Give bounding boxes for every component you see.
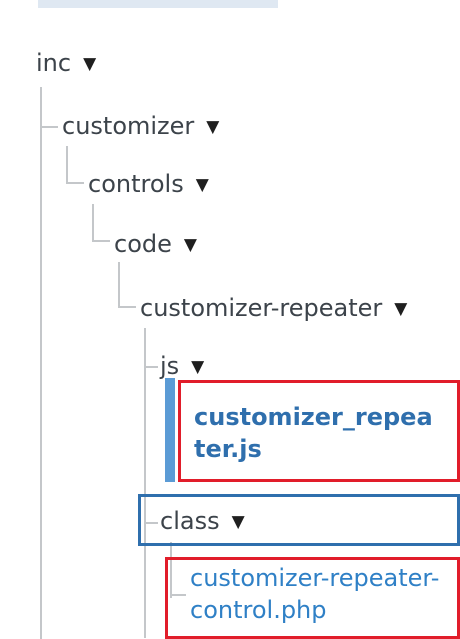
folder-label: controls — [88, 170, 184, 198]
folder-label: js — [160, 352, 180, 380]
folder-label: customizer-repeater — [140, 294, 383, 322]
cutoff-folder-label — [38, 0, 278, 8]
file-label-line1: customizer_repea — [194, 403, 433, 431]
triangle-down-icon[interactable]: ▼ — [196, 175, 209, 195]
triangle-down-icon[interactable]: ▼ — [232, 512, 245, 532]
folder-label: class — [160, 507, 220, 535]
top-cutoff-row — [0, 0, 460, 12]
triangle-down-icon[interactable]: ▼ — [83, 54, 96, 74]
folder-label: customizer — [62, 112, 195, 140]
tree-connector — [144, 366, 158, 368]
selection-indicator — [165, 378, 175, 482]
folder-class[interactable]: class ▼ — [160, 505, 245, 540]
folder-code[interactable]: code ▼ — [114, 228, 197, 263]
folder-label: inc — [36, 49, 72, 77]
file-customizer-repeater-js[interactable]: customizer_repea ter.js — [194, 401, 433, 465]
file-label-line1: customizer-repeater- — [190, 564, 440, 592]
triangle-down-icon[interactable]: ▼ — [191, 357, 204, 377]
file-tree: inc ▼ customizer ▼ controls ▼ code ▼ customi… — [0, 0, 460, 639]
tree-connector — [92, 240, 110, 242]
tree-connector — [40, 87, 42, 639]
folder-controls[interactable]: controls ▼ — [88, 168, 209, 203]
tree-connector — [66, 182, 84, 184]
triangle-down-icon[interactable]: ▼ — [184, 235, 197, 255]
tree-connector — [92, 204, 94, 240]
folder-customizer[interactable]: customizer ▼ — [62, 110, 219, 145]
tree-connector — [144, 328, 146, 638]
tree-connector — [66, 146, 68, 182]
file-label-line2: ter.js — [194, 435, 262, 463]
tree-connector — [118, 262, 120, 306]
folder-label: code — [114, 230, 172, 258]
folder-inc[interactable]: inc ▼ — [36, 47, 96, 82]
tree-connector — [40, 126, 58, 128]
tree-connector — [118, 306, 136, 308]
triangle-down-icon[interactable]: ▼ — [206, 117, 219, 137]
file-label-line2: control.php — [190, 596, 327, 624]
folder-customizer-repeater[interactable]: customizer-repeater ▼ — [140, 292, 407, 327]
file-customizer-repeater-control-php[interactable]: customizer-repeater- control.php — [190, 562, 439, 626]
triangle-down-icon[interactable]: ▼ — [394, 299, 407, 319]
